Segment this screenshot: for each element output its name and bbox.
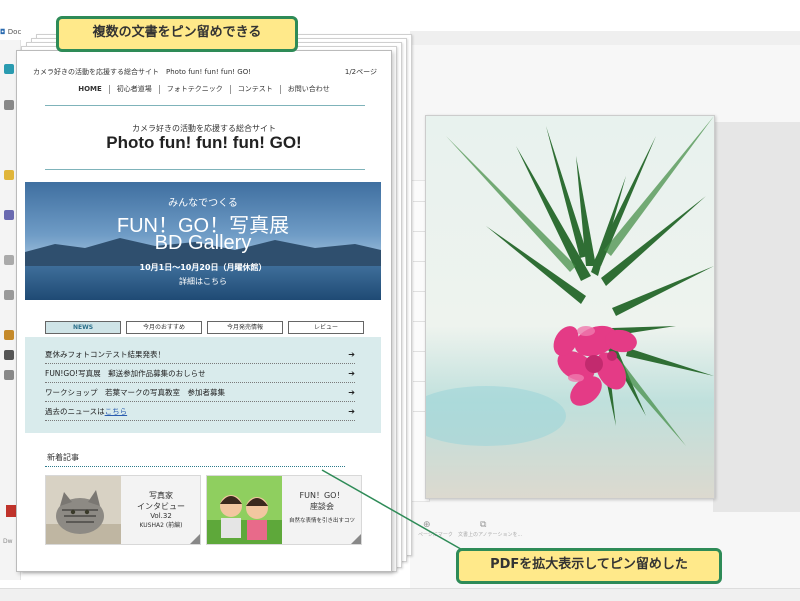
sidebar-icon-9[interactable] bbox=[4, 370, 14, 380]
new-articles-heading: 新着記事 bbox=[47, 453, 79, 462]
site-title: Photo fun! fun! fun! GO! bbox=[106, 133, 302, 152]
sidebar-icon-6[interactable] bbox=[4, 290, 14, 300]
news-item-text: FUN!GO!写真展 郵送参加作品募集のおしらせ bbox=[45, 369, 206, 378]
sidebar-icon-8[interactable] bbox=[4, 350, 14, 360]
divider-bottom bbox=[45, 169, 365, 170]
card-line2: インタビュー bbox=[137, 502, 185, 511]
news-item[interactable]: FUN!GO!写真展 郵送参加作品募集のおしらせ ➔ bbox=[45, 366, 355, 383]
app-icon: ◘ bbox=[0, 28, 6, 36]
pinned-pdf-page[interactable]: カメラ好きの活動を応援する総合サイト Photo fun! fun! fun! … bbox=[16, 50, 392, 572]
nav-contest[interactable]: コンテスト bbox=[229, 85, 280, 94]
nav-photo-technique[interactable]: フォトテクニック bbox=[158, 85, 230, 94]
viewer-gray-panel bbox=[713, 122, 800, 512]
zoom-icon[interactable]: ⊕ bbox=[423, 520, 431, 530]
content-tabs: NEWS 今月のおすすめ 今月発売情報 レビュー bbox=[45, 321, 365, 334]
annotation-icon[interactable]: ⧉ bbox=[480, 520, 486, 530]
callout-pdf-zoom-pinned: PDFを拡大表示してピン留めした bbox=[456, 548, 722, 584]
arrow-right-icon: ➔ bbox=[348, 369, 355, 378]
nav-contact[interactable]: お問い合わせ bbox=[279, 85, 337, 94]
news-item-text: 過去のニュースは bbox=[45, 407, 105, 416]
oleander-photo bbox=[426, 116, 714, 498]
sidebar-icon-1[interactable] bbox=[4, 64, 14, 74]
print-header-title: カメラ好きの活動を応援する総合サイト Photo fun! fun! fun! … bbox=[33, 68, 252, 76]
pinned-zoomed-photo[interactable] bbox=[425, 115, 715, 499]
corner-arrow-icon bbox=[190, 534, 200, 544]
arrow-right-icon: ➔ bbox=[348, 407, 355, 416]
main-toolbar bbox=[410, 31, 800, 46]
card-line1: 写真家 bbox=[149, 491, 173, 500]
article-card-interview[interactable]: 写真家 インタビュー Vol.32 KUSHA2 (前編) bbox=[45, 475, 201, 545]
add-mark-button[interactable]: ページにマーク bbox=[418, 531, 453, 538]
article-card-roundtable[interactable]: FUN！GO！ 座談会 自然な表情を引き出すコツ bbox=[206, 475, 362, 545]
card-line3: 自然な表情を引き出すコツ bbox=[288, 518, 355, 524]
nav-beginner[interactable]: 初心者道場 bbox=[108, 85, 159, 94]
news-list: 夏休みフォトコンテスト結果発表！ ➔ FUN!GO!写真展 郵送参加作品募集のお… bbox=[25, 337, 381, 433]
tab-review[interactable]: レビュー bbox=[288, 321, 364, 334]
tab-new-release[interactable]: 今月発売情報 bbox=[207, 321, 283, 334]
tab-recommend[interactable]: 今月のおすすめ bbox=[126, 321, 202, 334]
card-text: 写真家 インタビュー Vol.32 KUSHA2 (前編) bbox=[122, 476, 200, 544]
pdf-print-header: カメラ好きの活動を応援する総合サイト Photo fun! fun! fun! … bbox=[33, 67, 377, 79]
sidebar-icon-5[interactable] bbox=[4, 255, 14, 265]
children-photo bbox=[207, 476, 282, 544]
sidebar-icon-3[interactable] bbox=[4, 170, 14, 180]
card-line4: KUSHA2 (前編) bbox=[139, 522, 183, 529]
sidebar-icon-2[interactable] bbox=[4, 100, 14, 110]
news-item-text: ワークショップ 若葉マークの写真教室 参加者募集 bbox=[45, 388, 225, 397]
banner-details-link[interactable]: 詳細はこちら bbox=[25, 276, 381, 287]
card-text: FUN！GO！ 座談会 自然な表情を引き出すコツ bbox=[283, 476, 361, 544]
arrow-right-icon: ➔ bbox=[348, 350, 355, 359]
callout-pin-multiple: 複数の文書をピン留めできる bbox=[56, 16, 298, 52]
sidebar-icon-4[interactable] bbox=[4, 210, 14, 220]
banner-line1: みんなでつくる bbox=[168, 198, 238, 209]
past-news-link[interactable]: こちら bbox=[105, 407, 128, 416]
nav-home[interactable]: HOME bbox=[71, 85, 109, 94]
new-articles-divider bbox=[45, 466, 345, 467]
annotation-button[interactable]: 文書上のアノテーションを... bbox=[458, 531, 522, 538]
card-line2: 座談会 bbox=[310, 502, 334, 511]
news-item[interactable]: ワークショップ 若葉マークの写真教室 参加者募集 ➔ bbox=[45, 385, 355, 402]
status-bar bbox=[0, 588, 800, 601]
print-header-page: 1/2ページ bbox=[344, 68, 377, 76]
card-line1: FUN！GO！ bbox=[299, 491, 345, 500]
red-tag-marker[interactable] bbox=[6, 505, 16, 517]
gallery-banner[interactable]: みんなでつくる FUN！GO！写真展 BD Gallery 10月1日～10月2… bbox=[25, 182, 381, 300]
news-item-text: 夏休みフォトコンテスト結果発表！ bbox=[45, 350, 165, 359]
banner-line3: BD Gallery bbox=[154, 232, 252, 254]
cat-photo bbox=[46, 476, 121, 544]
site-nav: HOME 初心者道場 フォトテクニック コンテスト お問い合わせ bbox=[17, 85, 391, 94]
arrow-right-icon: ➔ bbox=[348, 388, 355, 397]
corner-arrow-icon bbox=[351, 534, 361, 544]
card-line3: Vol.32 bbox=[150, 512, 172, 520]
news-item[interactable]: 過去のニュースはこちら ➔ bbox=[45, 404, 355, 421]
news-item[interactable]: 夏休みフォトコンテスト結果発表！ ➔ bbox=[45, 347, 355, 364]
banner-date: 10月1日～10月20日（月曜休館） bbox=[139, 263, 267, 272]
divider-top bbox=[45, 105, 365, 106]
sidebar-bottom-label: Dw bbox=[3, 538, 13, 545]
tab-news[interactable]: NEWS bbox=[45, 321, 121, 334]
sidebar-icon-7[interactable] bbox=[4, 330, 14, 340]
viewer-bottom-tools: ⊕ ⧉ ページにマーク 文書上のアノテーションを... bbox=[418, 520, 522, 540]
